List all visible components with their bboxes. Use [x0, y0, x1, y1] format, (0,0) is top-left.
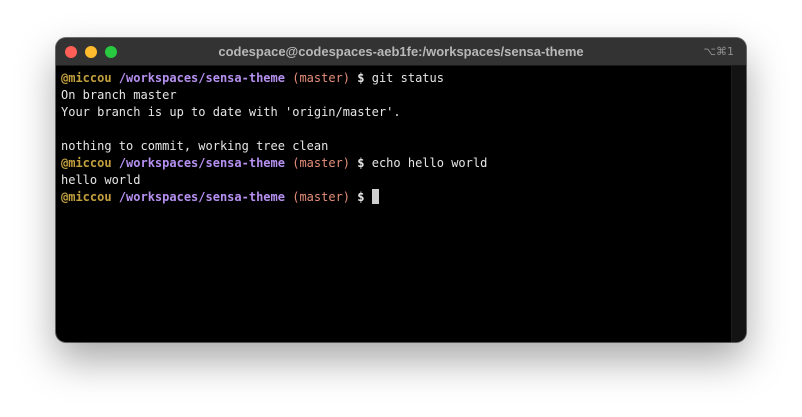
- output-line: Your branch is up to date with 'origin/m…: [61, 105, 401, 119]
- command-text: echo hello world: [371, 156, 488, 170]
- prompt-branch: (master): [292, 71, 351, 85]
- output-line: nothing to commit, working tree clean: [61, 139, 329, 153]
- window-title: codespace@codespaces-aeb1fe:/workspaces/…: [218, 44, 584, 59]
- prompt-user: @miccou: [61, 156, 112, 170]
- prompt-user: @miccou: [61, 71, 112, 85]
- terminal-window: codespace@codespaces-aeb1fe:/workspaces/…: [56, 38, 746, 342]
- prompt-line: @miccou /workspaces/sensa-theme (master)…: [61, 155, 721, 172]
- prompt-path: /workspaces/sensa-theme: [118, 190, 285, 204]
- command-text: git status: [371, 71, 444, 85]
- prompt-line: @miccou /workspaces/sensa-theme (master)…: [61, 70, 721, 87]
- text-cursor: [371, 189, 379, 204]
- output-line: On branch master: [61, 88, 177, 102]
- prompt-path: /workspaces/sensa-theme: [118, 71, 285, 85]
- output-line: hello world: [61, 173, 141, 187]
- window-shortcut: ⌥⌘1: [703, 45, 734, 58]
- prompt-branch: (master): [292, 190, 351, 204]
- prompt-path: /workspaces/sensa-theme: [118, 156, 285, 170]
- prompt-symbol: $: [357, 190, 365, 204]
- prompt-user: @miccou: [61, 190, 112, 204]
- terminal-output[interactable]: @miccou /workspaces/sensa-theme (master)…: [61, 70, 721, 206]
- prompt-symbol: $: [357, 156, 365, 170]
- prompt-line[interactable]: @miccou /workspaces/sensa-theme (master)…: [61, 189, 721, 206]
- scrollbar-track[interactable]: [731, 66, 746, 342]
- prompt-branch: (master): [292, 156, 351, 170]
- prompt-symbol: $: [357, 71, 365, 85]
- title-bar[interactable]: codespace@codespaces-aeb1fe:/workspaces/…: [56, 38, 746, 66]
